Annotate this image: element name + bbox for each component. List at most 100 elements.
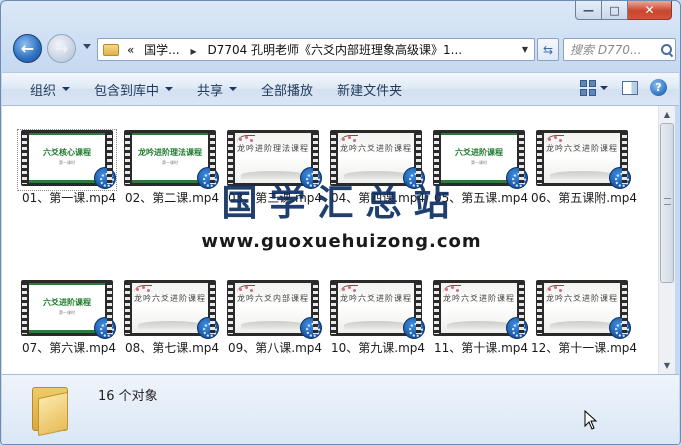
thumbnail-title: 六爻核心课程 (43, 148, 91, 157)
maximize-icon: □ (609, 3, 620, 17)
film-strip-icon: 龙吟六爻进阶课程 (330, 130, 425, 189)
thumbnail-title: 龙吟六爻进阶课程 (340, 144, 412, 153)
close-button[interactable]: ✕ (628, 1, 672, 20)
view-options-dropdown[interactable] (600, 85, 608, 90)
media-player-icon (403, 167, 425, 189)
video-thumbnail[interactable]: 龙吟六爻进阶课程 (327, 130, 425, 190)
change-view-icon[interactable] (580, 79, 596, 96)
breadcrumb-separator-icon[interactable]: ▶ (190, 47, 196, 56)
help-icon[interactable]: ? (650, 79, 667, 96)
video-thumbnail[interactable]: 龙吟六爻进阶课程 (533, 130, 631, 190)
film-strip-icon: 龙吟六爻进阶课程 (536, 280, 631, 339)
recent-pages-dropdown[interactable] (83, 44, 91, 49)
film-strip-icon: 第一课时 六爻核心课程 (21, 130, 116, 189)
search-input[interactable] (570, 42, 660, 57)
back-button[interactable]: ← (13, 34, 42, 63)
video-thumbnail[interactable]: 第一课时 龙吟进阶理法课程 (121, 130, 219, 190)
close-icon: ✕ (644, 3, 655, 17)
command-bar: 组织 包含到库中 共享 全部播放 新建文件夹 ? (2, 72, 679, 106)
minimize-button[interactable]: — (575, 1, 602, 20)
details-pane: 16 个对象 (2, 374, 679, 444)
film-strip-icon: 第一课时 六爻进阶课程 (21, 280, 116, 339)
mouse-cursor-icon (584, 410, 598, 430)
video-thumbnail[interactable]: 龙吟进阶理法课程 (224, 130, 322, 190)
caption-buttons: — □ ✕ (575, 1, 672, 21)
refresh-button[interactable]: ⇆ (537, 38, 559, 61)
organize-label: 组织 (30, 83, 57, 99)
forward-arrow-icon: → (54, 39, 69, 58)
film-strip-icon: 龙吟六爻进阶课程 (330, 280, 425, 339)
mountain-icon (550, 321, 614, 329)
file-name: 01、第一课.mp4 (21, 191, 117, 205)
thumbnail-title: 六爻进阶课程 (455, 148, 503, 157)
thumbnail-title: 六爻进阶课程 (43, 298, 91, 307)
video-thumbnail[interactable]: 第一课时 六爻进阶课程 (18, 280, 116, 340)
film-strip-icon: 龙吟六爻进阶课程 (124, 280, 219, 339)
media-player-icon (197, 317, 219, 339)
address-dropdown-icon[interactable]: ▼ (516, 39, 534, 60)
breadcrumb-overflow[interactable]: « (127, 43, 134, 57)
scroll-up-icon[interactable]: ▲ (659, 106, 675, 123)
file-name: 08、第七课.mp4 (124, 341, 220, 355)
file-name: 11、第十课.mp4 (433, 341, 529, 355)
media-player-icon (300, 167, 322, 189)
file-name: 12、第十一课.mp4 (530, 341, 638, 355)
video-thumbnail[interactable]: 龙吟六爻进阶课程 (121, 280, 219, 340)
refresh-icon: ⇆ (542, 42, 554, 57)
include-in-library-button[interactable]: 包含到库中 (82, 77, 185, 101)
video-thumbnail[interactable]: 龙吟六爻进阶课程 (327, 280, 425, 340)
vertical-scrollbar[interactable]: ▲ ▼ (658, 106, 675, 374)
film-strip-icon: 龙吟六爻进阶课程 (536, 130, 631, 189)
video-thumbnail[interactable]: 第一课时 六爻进阶课程 (430, 130, 528, 190)
green-band (29, 283, 105, 285)
maximize-button[interactable]: □ (602, 1, 628, 20)
navigation-bar: ← → « 国学... ▶ D7704 孔明老师《六爻内部班理象高级课》1...… (9, 34, 676, 64)
breadcrumb-segment[interactable]: D7704 孔明老师《六爻内部班理象高级课》1... (207, 43, 462, 57)
mountain-icon (241, 321, 305, 329)
green-band (132, 133, 208, 135)
file-name: 09、第八课.mp4 (227, 341, 323, 355)
minimize-icon: — (583, 3, 594, 17)
film-strip-icon: 龙吟进阶理法课程 (227, 130, 322, 189)
file-name: 06、第五课附.mp4 (530, 191, 638, 205)
search-icon[interactable] (661, 43, 673, 56)
mountain-icon (344, 171, 408, 179)
mountain-icon (138, 321, 202, 329)
thumbnail-title: 龙吟六爻进阶课程 (340, 294, 412, 303)
scrollbar-thumb[interactable] (660, 123, 674, 283)
video-thumbnail[interactable]: 龙吟六爻内部课程 (224, 280, 322, 340)
chevron-down-icon (229, 87, 238, 91)
film-strip-icon: 第一课时 龙吟进阶理法课程 (124, 130, 219, 189)
thumbnail-title: 龙吟六爻进阶课程 (546, 294, 618, 303)
breadcrumb-segment[interactable]: 国学... (144, 43, 179, 57)
file-list[interactable]: 第一课时 六爻核心课程 01、第一课.mp4 第一课时 龙吟进阶理法课程 02、第二课.m… (2, 106, 658, 374)
new-folder-button[interactable]: 新建文件夹 (325, 77, 414, 101)
green-band (441, 133, 517, 135)
back-arrow-icon: ← (20, 39, 35, 58)
thumbnail-subtitle: 第一课时 (471, 160, 487, 165)
video-thumbnail[interactable]: 第一课时 六爻核心课程 (17, 129, 117, 191)
grip-icon (664, 198, 671, 205)
folder-icon (28, 383, 76, 437)
thumbnail-title: 龙吟六爻内部课程 (237, 294, 309, 303)
thumbnail-title: 龙吟进阶理法课程 (237, 144, 309, 153)
play-all-button[interactable]: 全部播放 (249, 77, 325, 101)
forward-button[interactable]: → (47, 34, 76, 63)
media-player-icon (94, 317, 116, 339)
media-player-icon (506, 167, 528, 189)
organize-button[interactable]: 组织 (18, 77, 82, 101)
file-name: 05、第五课.mp4 (433, 191, 529, 205)
thumbnail-title: 龙吟六爻进阶课程 (134, 294, 206, 303)
address-bar[interactable]: « 国学... ▶ D7704 孔明老师《六爻内部班理象高级课》1... ▼ (97, 38, 535, 61)
breadcrumb: « 国学... ▶ D7704 孔明老师《六爻内部班理象高级课》1... (127, 41, 516, 58)
thumbnail-title: 龙吟六爻进阶课程 (443, 294, 515, 303)
video-thumbnail[interactable]: 龙吟六爻进阶课程 (533, 280, 631, 340)
scroll-down-icon[interactable]: ▼ (659, 357, 675, 374)
preview-pane-icon[interactable] (622, 80, 638, 95)
mountain-icon (344, 321, 408, 329)
video-thumbnail[interactable]: 龙吟六爻进阶课程 (430, 280, 528, 340)
share-button[interactable]: 共享 (185, 77, 249, 101)
film-strip-icon: 龙吟六爻内部课程 (227, 280, 322, 339)
folder-icon (103, 43, 119, 56)
media-player-icon (506, 317, 528, 339)
